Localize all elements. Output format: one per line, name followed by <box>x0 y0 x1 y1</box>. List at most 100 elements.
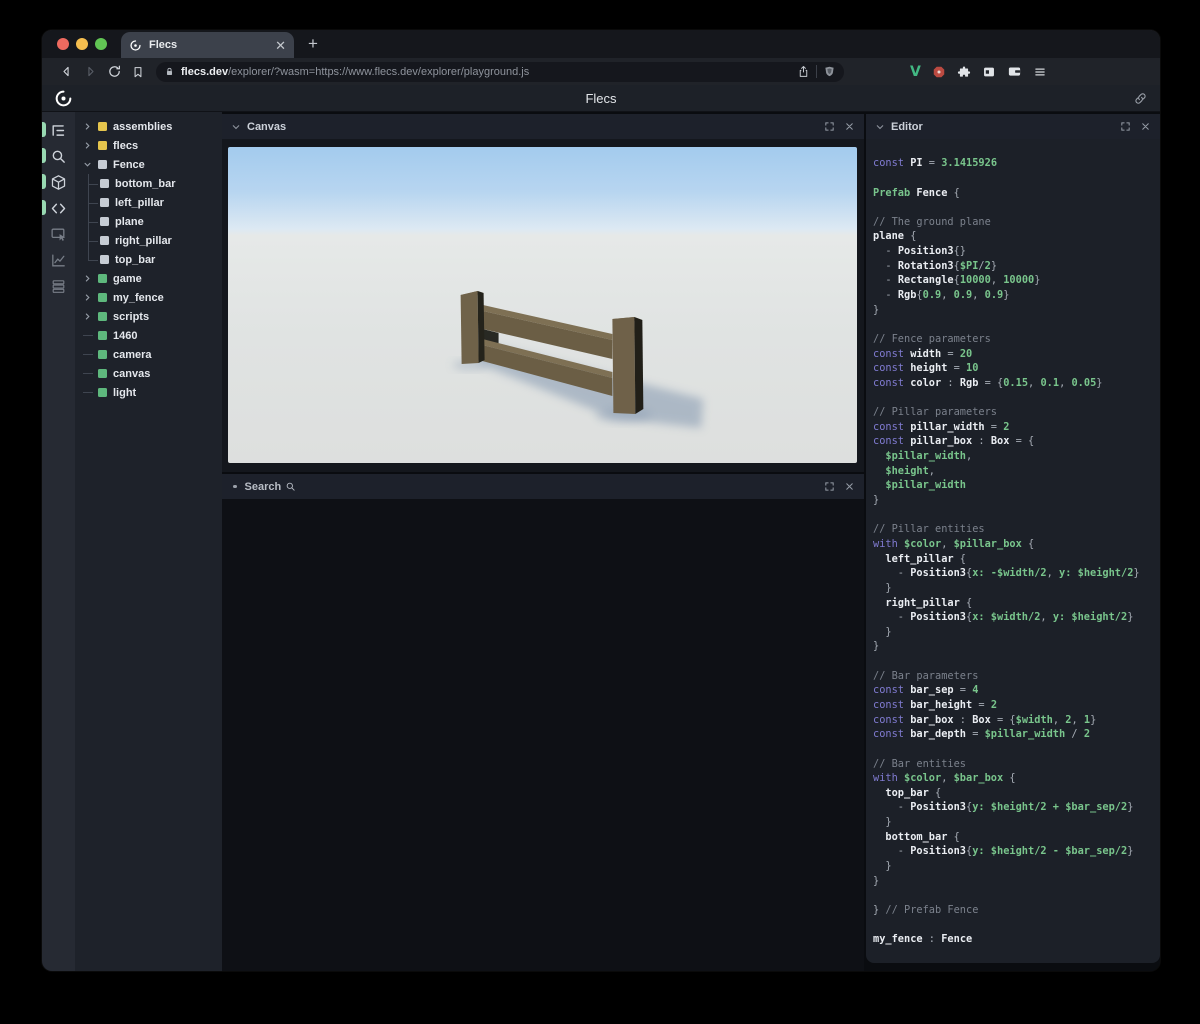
share-icon[interactable] <box>797 65 810 78</box>
activity-tree-icon[interactable] <box>42 117 75 143</box>
close-icon[interactable] <box>844 481 855 492</box>
zoom-window-button[interactable] <box>95 38 107 50</box>
tree-item-label: 1460 <box>113 330 137 342</box>
tree-item-label: scripts <box>113 311 149 323</box>
chevron-down-icon[interactable] <box>83 160 98 169</box>
sidebar-toggle-icon[interactable] <box>982 65 996 79</box>
tree-item-game[interactable]: game <box>75 269 222 288</box>
traffic-lights <box>42 38 121 50</box>
activity-screen-icon[interactable] <box>42 221 75 247</box>
tree-item-left_pillar[interactable]: left_pillar <box>75 193 222 212</box>
tree-item-assemblies[interactable]: assemblies <box>75 117 222 136</box>
canvas-panel: Canvas <box>222 114 864 472</box>
chevron-right-icon[interactable] <box>83 122 98 131</box>
tree-item-right_pillar[interactable]: right_pillar <box>75 231 222 250</box>
tree-item-flecs[interactable]: flecs <box>75 136 222 155</box>
wallet-icon[interactable] <box>1007 64 1022 79</box>
chevron-down-icon[interactable] <box>231 122 241 132</box>
entity-color-square <box>98 293 107 302</box>
minimize-window-button[interactable] <box>76 38 88 50</box>
search-panel: Search <box>222 474 864 971</box>
chevron-right-icon[interactable] <box>83 312 98 321</box>
close-icon[interactable] <box>844 121 855 132</box>
code-line: } <box>873 859 1160 874</box>
chevron-right-icon[interactable] <box>83 293 98 302</box>
code-line <box>873 888 1160 903</box>
code-line: // Bar parameters <box>873 669 1160 684</box>
code-editor[interactable]: const PI = 3.1415926 Prefab Fence { // T… <box>866 139 1160 963</box>
code-line: } <box>873 303 1160 318</box>
chevron-right-icon[interactable] <box>83 274 98 283</box>
brave-shield-icon[interactable] <box>823 65 836 78</box>
expand-icon[interactable] <box>824 121 835 132</box>
reload-button[interactable] <box>104 62 124 82</box>
tab-bar: Flecs ✕ + <box>42 30 1160 58</box>
activity-data-icon[interactable] <box>42 273 75 299</box>
menu-icon[interactable] <box>1033 65 1047 79</box>
code-line: const pillar_width = 2 <box>873 420 1160 435</box>
code-line: } <box>873 815 1160 830</box>
entity-color-square <box>98 331 107 340</box>
bookmark-icon[interactable] <box>128 62 148 82</box>
tree-item-top_bar[interactable]: top_bar <box>75 250 222 269</box>
entity-tree-panel: assemblies flecsFencebottom_bar left_pilla… <box>75 112 222 971</box>
tree-connector <box>83 373 98 375</box>
tab-close-icon[interactable]: ✕ <box>275 39 286 52</box>
code-line: right_pillar { <box>873 596 1160 611</box>
url-text: flecs.dev/explorer/?wasm=https://www.fle… <box>181 66 791 78</box>
code-line: // Bar entities <box>873 757 1160 772</box>
close-icon[interactable] <box>1140 121 1151 132</box>
editor-panel-header: Editor <box>866 114 1160 139</box>
collapsed-bullet-icon[interactable] <box>233 485 237 489</box>
tree-item-scripts[interactable]: scripts <box>75 307 222 326</box>
tree-item-my_fence[interactable]: my_fence <box>75 288 222 307</box>
tree-item-label: game <box>113 273 142 285</box>
extension-adblock-icon[interactable] <box>932 65 946 79</box>
tree-item-light[interactable]: light <box>75 383 222 402</box>
code-line: plane { <box>873 229 1160 244</box>
link-icon[interactable] <box>1133 91 1148 106</box>
code-line: // Pillar parameters <box>873 405 1160 420</box>
extensions-puzzle-icon[interactable] <box>957 65 971 79</box>
url-bar[interactable]: flecs.dev/explorer/?wasm=https://www.fle… <box>156 62 844 82</box>
code-line: $height, <box>873 464 1160 479</box>
code-line: top_bar { <box>873 786 1160 801</box>
activity-stats-icon[interactable] <box>42 247 75 273</box>
forward-button[interactable] <box>80 62 100 82</box>
tree-item-Fence[interactable]: Fence <box>75 155 222 174</box>
activity-search-icon[interactable] <box>42 143 75 169</box>
chevron-down-icon[interactable] <box>875 122 885 132</box>
code-line: - Position3{} <box>873 244 1160 259</box>
tree-item-camera[interactable]: camera <box>75 345 222 364</box>
close-window-button[interactable] <box>57 38 69 50</box>
tree-guide <box>83 250 100 269</box>
activity-entities-icon[interactable] <box>42 169 75 195</box>
tree-item-label: left_pillar <box>115 197 164 209</box>
code-line: const PI = 3.1415926 <box>873 156 1160 171</box>
tree-item-plane[interactable]: plane <box>75 212 222 231</box>
search-input[interactable]: Search <box>245 481 297 493</box>
expand-icon[interactable] <box>824 481 835 492</box>
tree-item-label: top_bar <box>115 254 155 266</box>
entity-color-square <box>98 388 107 397</box>
back-button[interactable] <box>56 62 76 82</box>
code-line: const color : Rgb = {0.15, 0.1, 0.05} <box>873 376 1160 391</box>
chevron-right-icon[interactable] <box>83 141 98 150</box>
code-line: - Position3{y: $height/2 + $bar_sep/2} <box>873 800 1160 815</box>
tree-item-canvas[interactable]: canvas <box>75 364 222 383</box>
search-results-area <box>222 499 864 971</box>
tree-item-1460[interactable]: 1460 <box>75 326 222 345</box>
browser-tab[interactable]: Flecs ✕ <box>121 32 294 58</box>
tree-item-label: assemblies <box>113 121 172 133</box>
code-line <box>873 508 1160 523</box>
expand-icon[interactable] <box>1120 121 1131 132</box>
new-tab-button[interactable]: + <box>308 34 318 54</box>
code-line <box>873 200 1160 215</box>
code-line: const bar_height = 2 <box>873 698 1160 713</box>
tree-item-bottom_bar[interactable]: bottom_bar <box>75 174 222 193</box>
canvas-3d-viewport[interactable] <box>228 147 857 463</box>
activity-code-icon[interactable] <box>42 195 75 221</box>
extension-v-icon[interactable]: V <box>910 64 921 80</box>
browser-toolbar: flecs.dev/explorer/?wasm=https://www.fle… <box>42 58 1160 85</box>
tree-connector <box>83 392 98 394</box>
